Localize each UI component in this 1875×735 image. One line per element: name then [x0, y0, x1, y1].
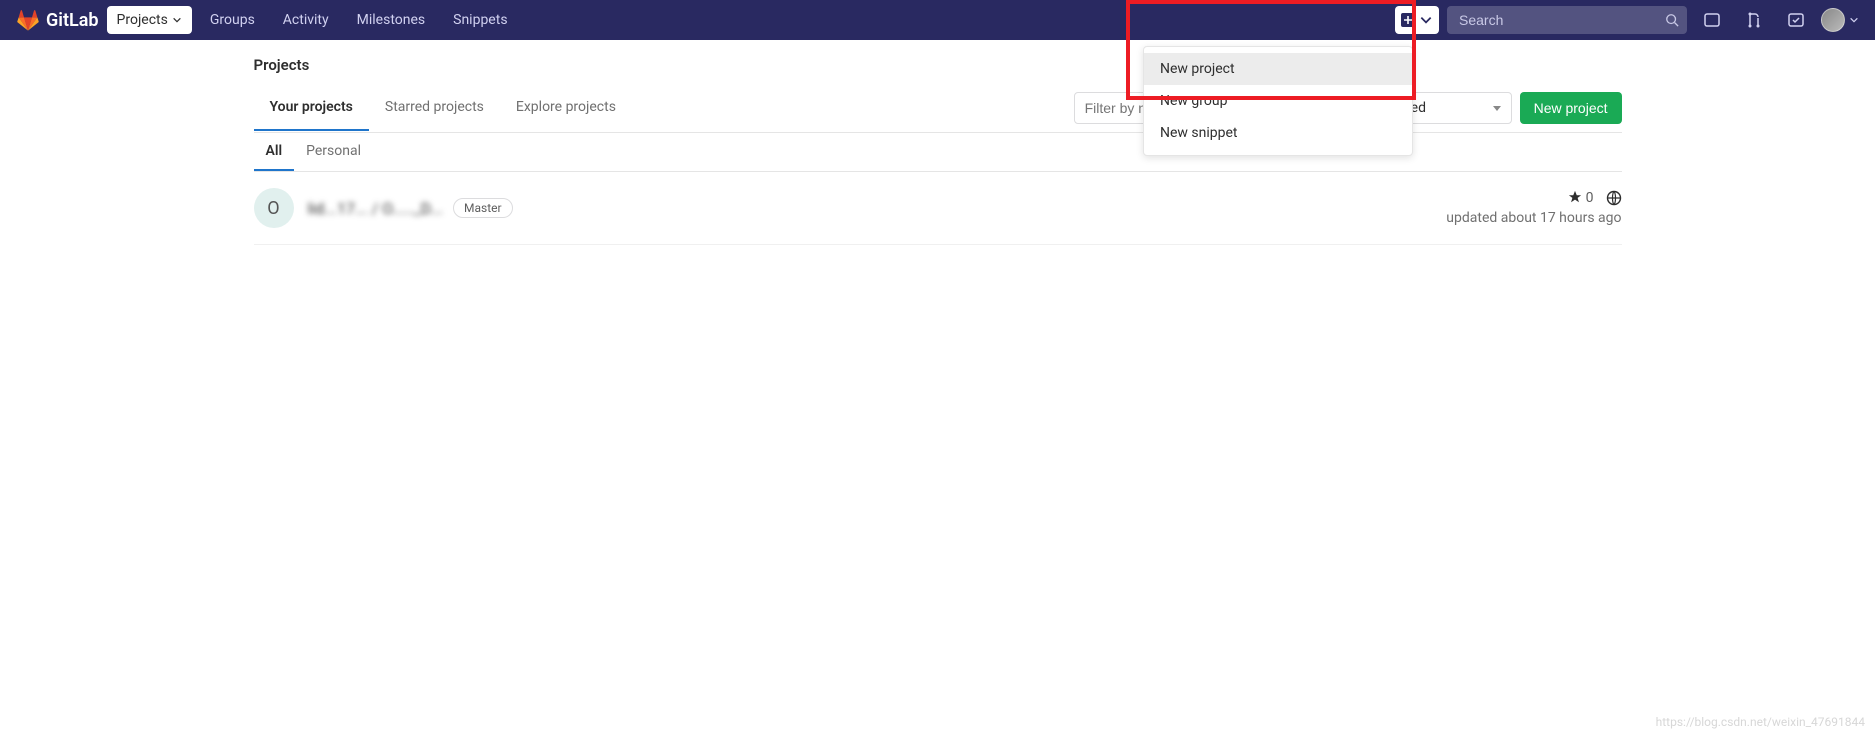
merge-request-icon	[1745, 11, 1763, 29]
subtab-personal[interactable]: Personal	[294, 133, 373, 171]
nav-projects[interactable]: Projects	[107, 6, 192, 34]
chevron-down-icon	[1849, 15, 1859, 25]
project-tabs: Your projects Starred projects Explore p…	[254, 84, 1622, 133]
brand-text: GitLab	[46, 10, 99, 31]
globe-icon	[1606, 190, 1622, 206]
dropdown-item-new-snippet[interactable]: New snippet	[1144, 117, 1412, 149]
issues-icon-button[interactable]	[1695, 3, 1729, 37]
plus-dropdown-menu: New project New group New snippet	[1143, 46, 1413, 156]
nav-activity[interactable]: Activity	[273, 6, 339, 34]
issues-icon	[1703, 11, 1721, 29]
nav-milestones[interactable]: Milestones	[347, 6, 436, 34]
page-title: Projects	[254, 40, 1622, 84]
dropdown-item-new-group[interactable]: New group	[1144, 85, 1412, 117]
star-count-wrap: 0	[1568, 190, 1593, 206]
subtab-all[interactable]: All	[254, 133, 295, 171]
plus-icon	[1401, 13, 1415, 27]
todos-icon-button[interactable]	[1779, 3, 1813, 37]
gitlab-icon	[16, 8, 40, 32]
chevron-down-icon	[172, 15, 182, 25]
user-menu[interactable]	[1821, 8, 1859, 32]
project-subtabs: All Personal	[254, 133, 1622, 172]
search-wrap	[1447, 6, 1687, 34]
role-badge: Master	[453, 198, 513, 218]
new-project-button[interactable]: New project	[1520, 92, 1622, 124]
search-input[interactable]	[1447, 6, 1687, 34]
tab-starred-projects[interactable]: Starred projects	[369, 85, 500, 131]
project-row[interactable]: O lid...17... / O....._D... Master 0 upd…	[254, 172, 1622, 245]
nav-snippets[interactable]: Snippets	[443, 6, 517, 34]
star-count: 0	[1586, 190, 1594, 206]
watermark: https://blog.csdn.net/weixin_47691844	[1656, 715, 1865, 729]
nav-groups[interactable]: Groups	[200, 6, 265, 34]
nav-projects-label: Projects	[117, 12, 168, 28]
top-navbar: GitLab Projects Groups Activity Mileston…	[0, 0, 1875, 40]
tab-your-projects[interactable]: Your projects	[254, 85, 369, 131]
plus-dropdown-button[interactable]	[1395, 6, 1439, 34]
chevron-down-icon	[1419, 13, 1433, 27]
gitlab-logo[interactable]: GitLab	[16, 8, 99, 32]
tab-explore-projects[interactable]: Explore projects	[500, 85, 632, 131]
todos-icon	[1787, 11, 1805, 29]
project-avatar: O	[254, 188, 294, 228]
project-name[interactable]: lid...17... / O....._D...	[308, 199, 444, 218]
merge-requests-icon-button[interactable]	[1737, 3, 1771, 37]
project-updated: updated about 17 hours ago	[1446, 210, 1621, 226]
dropdown-item-new-project[interactable]: New project	[1144, 53, 1412, 85]
star-icon	[1568, 190, 1582, 204]
search-icon	[1665, 13, 1679, 27]
avatar	[1821, 8, 1845, 32]
